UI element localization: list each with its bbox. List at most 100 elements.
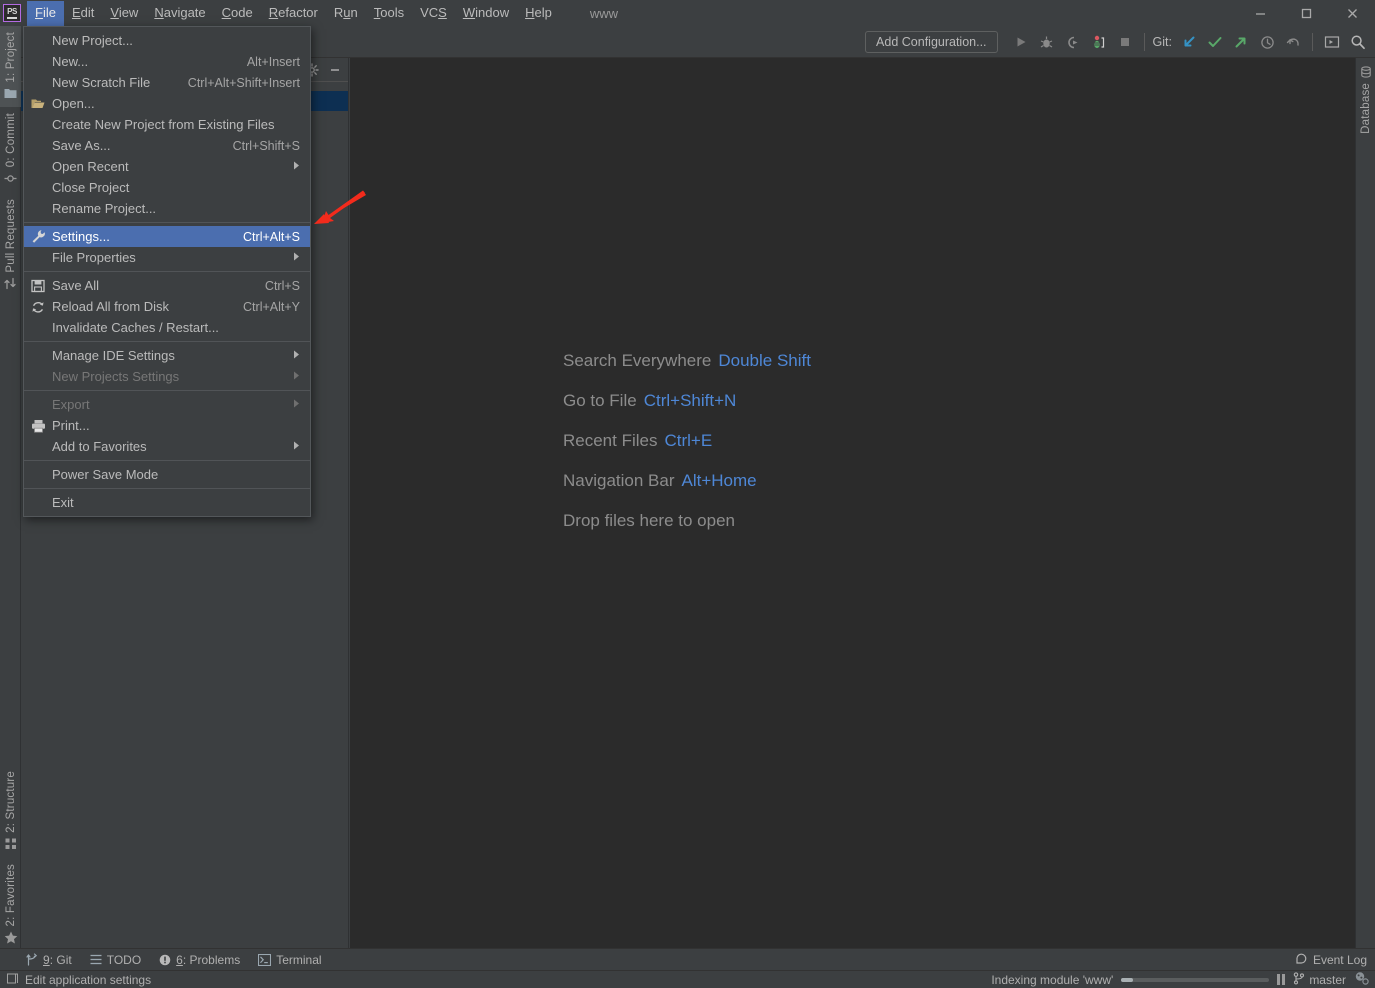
update-project-button[interactable]: [1176, 29, 1202, 55]
close-button[interactable]: [1329, 0, 1375, 26]
menu-code[interactable]: Code: [214, 1, 261, 26]
add-configuration-button[interactable]: Add Configuration...: [865, 31, 998, 53]
menu-item-shortcut: Alt+Insert: [246, 54, 300, 69]
menu-item-invalidate-caches-restart[interactable]: Invalidate Caches / Restart...: [24, 317, 310, 338]
git-branch-widget[interactable]: master: [1293, 971, 1346, 988]
menu-item-file-properties[interactable]: File Properties: [24, 247, 310, 268]
welcome-row-shortcut: Ctrl+E: [664, 431, 713, 450]
commit-icon: [4, 172, 17, 185]
menu-item-print[interactable]: Print...: [24, 415, 310, 436]
menu-item-settings[interactable]: Settings... Ctrl+Alt+S: [24, 226, 310, 247]
menu-help[interactable]: Help: [517, 1, 560, 26]
logo-text: PS: [7, 6, 17, 16]
phpstorm-logo-icon: PS: [3, 4, 21, 22]
search-everywhere-button[interactable]: [1345, 29, 1371, 55]
profile-button[interactable]: [1086, 29, 1112, 55]
menu-navigate[interactable]: Navigate: [146, 1, 213, 26]
menu-item-shortcut: Ctrl+Alt+Shift+Insert: [187, 75, 300, 90]
welcome-row: Recent Files Ctrl+E: [563, 430, 811, 452]
toolbar-separator-2: [1312, 33, 1313, 51]
git-label: Git:: [1152, 35, 1172, 49]
bottom-tab-9-git[interactable]: 9: Git: [26, 953, 72, 967]
sidebar-item-0-commit[interactable]: 0: Commit: [0, 107, 21, 193]
menu-item-new-project[interactable]: New Project...: [24, 30, 310, 51]
commit-button[interactable]: [1202, 29, 1228, 55]
menu-refactor[interactable]: Refactor: [261, 1, 326, 26]
stop-button[interactable]: [1112, 29, 1138, 55]
push-button[interactable]: [1228, 29, 1254, 55]
welcome-row-shortcut: Alt+Home: [681, 471, 757, 490]
menu-item-close-project[interactable]: Close Project: [24, 177, 310, 198]
menu-item-reload-all-from-disk[interactable]: Reload All from Disk Ctrl+Alt+Y: [24, 296, 310, 317]
sidebar-item-database[interactable]: Database: [1356, 58, 1375, 142]
welcome-row-label: Go to File: [563, 391, 637, 410]
chevron-right-icon: [273, 161, 300, 172]
welcome-row-shortcut: Ctrl+Shift+N: [643, 391, 737, 410]
bottom-tab-6-problems[interactable]: 6: Problems: [159, 953, 240, 967]
minimize-icon[interactable]: [328, 63, 342, 77]
menu-item-save-all[interactable]: Save All Ctrl+S: [24, 275, 310, 296]
run-with-coverage-button[interactable]: [1060, 29, 1086, 55]
save-icon: [30, 278, 46, 294]
history-button[interactable]: [1254, 29, 1280, 55]
menu-item-rename-project[interactable]: Rename Project...: [24, 198, 310, 219]
indexing-progress-bar: [1121, 977, 1270, 982]
menu-item-add-to-favorites[interactable]: Add to Favorites: [24, 436, 310, 457]
menu-item-exit[interactable]: Exit: [24, 492, 310, 513]
menu-edit[interactable]: Edit: [64, 1, 102, 26]
sidebar-item-2-structure[interactable]: 2: Structure: [0, 765, 21, 858]
menu-item-label: Save As...: [52, 138, 111, 153]
menu-run[interactable]: Run: [326, 1, 366, 26]
menu-separator: [24, 460, 310, 461]
menu-item-create-new-project-from-existing-files[interactable]: Create New Project from Existing Files: [24, 114, 310, 135]
menu-item-label: Open...: [52, 96, 95, 111]
menu-item-power-save-mode[interactable]: Power Save Mode: [24, 464, 310, 485]
welcome-row-label: Search Everywhere: [563, 351, 712, 370]
hide-window-button[interactable]: [1319, 29, 1345, 55]
rollback-button[interactable]: [1280, 29, 1306, 55]
maximize-button[interactable]: [1283, 0, 1329, 26]
sidebar-item-label: 2: Favorites: [4, 863, 17, 926]
menu-item-save-as[interactable]: Save As... Ctrl+Shift+S: [24, 135, 310, 156]
menu-item-label: New Scratch File: [52, 75, 151, 90]
menu-item-new-scratch-file[interactable]: New Scratch File Ctrl+Alt+Shift+Insert: [24, 72, 310, 93]
toolbar-separator-1: [1143, 33, 1145, 51]
menu-file[interactable]: File: [27, 0, 64, 26]
menu-window[interactable]: Window: [455, 1, 517, 26]
menu-view[interactable]: View: [102, 1, 146, 26]
ide-window: PS File Edit View Navigate Code Refactor Run To…: [0, 0, 1375, 988]
menu-item-label: Exit: [52, 495, 74, 510]
left-tool-strip-top: 1: Project 0: Commit Pull Requests: [0, 26, 21, 298]
status-message: Edit application settings: [25, 972, 152, 987]
debug-button[interactable]: [1034, 29, 1060, 55]
welcome-row: Search Everywhere Double Shift: [563, 350, 811, 372]
sidebar-item-1-project[interactable]: 1: Project: [0, 26, 21, 107]
menu-item-label: Export: [52, 397, 90, 412]
pause-indexing-button[interactable]: [1277, 974, 1286, 985]
menu-item-label: Create New Project from Existing Files: [52, 117, 275, 132]
menu-item-manage-ide-settings[interactable]: Manage IDE Settings: [24, 345, 310, 366]
menu-tools[interactable]: Tools: [366, 1, 412, 26]
bottom-tab-todo[interactable]: TODO: [90, 953, 141, 967]
bottom-tab-terminal[interactable]: Terminal: [258, 953, 322, 967]
chevron-right-icon: [273, 252, 300, 263]
menu-vcs[interactable]: VCS: [412, 1, 455, 26]
event-log-icon: [1295, 952, 1308, 968]
menu-separator: [24, 488, 310, 489]
menu-item-new[interactable]: New... Alt+Insert: [24, 51, 310, 72]
minimize-button[interactable]: [1237, 0, 1283, 26]
menu-item-open[interactable]: Open...: [24, 93, 310, 114]
inspections-widget[interactable]: [1354, 971, 1369, 988]
indexing-progress-fill: [1121, 977, 1134, 982]
wrench-icon: [30, 229, 46, 245]
left-tool-strip: 1: Project 0: Commit Pull Requests 2: Stru…: [0, 26, 21, 960]
sidebar-item-pull-requests[interactable]: Pull Requests: [0, 193, 21, 299]
menu-item-open-recent[interactable]: Open Recent: [24, 156, 310, 177]
window-project-title: www: [589, 5, 618, 21]
chevron-right-icon: [273, 371, 300, 382]
chevron-right-icon: [273, 350, 300, 361]
run-button[interactable]: [1008, 29, 1034, 55]
bottom-tab-list: 9: Git TODO 6: Problems Terminal: [26, 953, 322, 967]
sidebar-item-2-favorites[interactable]: 2: Favorites: [0, 858, 21, 952]
event-log-button[interactable]: Event Log: [1295, 952, 1367, 968]
